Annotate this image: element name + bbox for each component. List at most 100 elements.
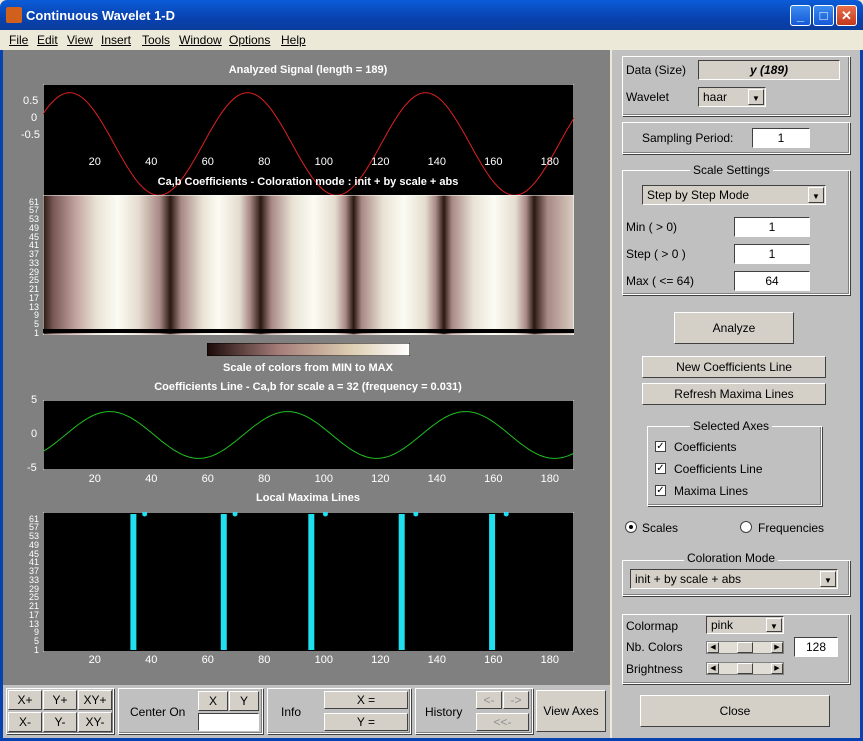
chevron-down-icon: ▼ (748, 89, 764, 105)
signal-ytick-neg0.5: -0.5 (21, 129, 40, 141)
coloration-mode-select[interactable]: init + by scale + abs ▼ (630, 569, 838, 589)
frequencies-radio-label: Frequencies (758, 521, 825, 535)
maxima-plot-title: Local Maxima Lines (256, 492, 360, 504)
center-on-input[interactable] (198, 713, 259, 731)
coefs-plot[interactable] (43, 195, 574, 335)
close-button[interactable]: Close (640, 695, 830, 727)
zoom-xy-plus-button[interactable]: XY+ (78, 690, 112, 710)
xtick-label: 140 (427, 156, 446, 168)
center-on-x-button[interactable]: X (198, 691, 228, 711)
menu-options[interactable]: Options (229, 33, 270, 47)
matlab-icon (6, 7, 22, 23)
coefs-plot-title: Ca,b Coefficients - Coloration mode : in… (157, 176, 459, 188)
arrow-left-icon[interactable]: ◀ (707, 663, 719, 674)
arrow-right-icon[interactable]: ▶ (771, 663, 783, 674)
xtick-label: 40 (145, 473, 158, 485)
arrow-left-icon[interactable]: ◀ (707, 642, 719, 653)
nb-colors-label: Nb. Colors (626, 640, 683, 654)
scales-radio[interactable] (625, 521, 637, 533)
maxima-plot[interactable] (43, 512, 574, 652)
history-reset-button[interactable]: <<- (476, 713, 529, 731)
maxima-line (489, 514, 496, 650)
scale-settings-title: Scale Settings (690, 163, 773, 177)
menu-help[interactable]: Help (281, 33, 306, 47)
center-on-label: Center On (130, 705, 186, 719)
history-back-button[interactable]: <- (476, 691, 502, 709)
brightness-slider-thumb[interactable] (737, 663, 753, 674)
nb-colors-slider-thumb[interactable] (737, 642, 753, 653)
maximize-button[interactable]: □ (813, 5, 834, 26)
maxima-line (398, 514, 405, 650)
frequencies-radio[interactable] (740, 521, 752, 533)
max-input[interactable]: 64 (734, 271, 810, 291)
coefline-plot[interactable] (43, 400, 574, 470)
xtick-label: 120 (371, 473, 390, 485)
xtick-label: 60 (201, 473, 214, 485)
xtick-label: 180 (540, 654, 559, 666)
maxima-line (308, 514, 315, 650)
menu-file[interactable]: File (9, 33, 28, 47)
refresh-maxima-lines-button[interactable]: Refresh Maxima Lines (642, 383, 826, 405)
step-input[interactable]: 1 (734, 244, 810, 264)
nb-colors-slider[interactable]: ◀ ▶ (706, 641, 784, 654)
control-panel: Data (Size) y (189) Wavelet haar ▼ Sampli… (612, 50, 860, 685)
xtick-label: 160 (484, 473, 503, 485)
xtick-label: 100 (314, 156, 333, 168)
title-bar: Continuous Wavelet 1-D _ □ ✕ (0, 0, 863, 30)
xtick-label: 40 (145, 654, 158, 666)
colorbar (207, 343, 410, 356)
analyze-button[interactable]: Analyze (674, 312, 794, 344)
plot-area: Analyzed Signal (length = 189) 0.5 0 -0.… (3, 50, 610, 685)
maxima-lines-checkbox[interactable]: ✓ (655, 485, 666, 496)
history-label: History (425, 705, 463, 719)
xtick-label: 160 (484, 156, 503, 168)
arrow-right-icon[interactable]: ▶ (771, 642, 783, 653)
new-coefficients-line-button[interactable]: New Coefficients Line (642, 356, 826, 378)
menu-edit[interactable]: Edit (37, 33, 58, 47)
data-size-label: Data (Size) (626, 63, 687, 77)
history-forward-button[interactable]: -> (503, 691, 529, 709)
coefficients-line-checkbox-label: Coefficients Line (674, 462, 763, 476)
chevron-down-icon: ▼ (808, 187, 824, 203)
signal-ytick-0: 0 (31, 112, 38, 124)
coefficients-checkbox-label: Coefficients (674, 440, 737, 454)
coefline-plot-title: Coefficients Line - Ca,b for scale a = 3… (154, 381, 462, 393)
xtick-label: 100 (314, 654, 333, 666)
wavelet-select[interactable]: haar ▼ (698, 87, 766, 107)
minimize-button[interactable]: _ (790, 5, 811, 26)
window-title: Continuous Wavelet 1-D (26, 8, 176, 23)
nb-colors-input[interactable]: 128 (794, 637, 838, 657)
xtick-label: 20 (88, 473, 101, 485)
zoom-x-plus-button[interactable]: X+ (8, 690, 42, 710)
sampling-period-input[interactable]: 1 (752, 128, 810, 148)
zoom-x-minus-button[interactable]: X- (8, 712, 42, 732)
zoom-y-plus-button[interactable]: Y+ (43, 690, 77, 710)
view-axes-button[interactable]: View Axes (536, 690, 606, 732)
colormap-select[interactable]: pink ▼ (706, 616, 784, 634)
xtick-label: 120 (371, 654, 390, 666)
menu-view[interactable]: View (67, 33, 93, 47)
maxima-lines-checkbox-label: Maxima Lines (674, 484, 749, 498)
menu-tools[interactable]: Tools (142, 33, 170, 47)
xtick-label: 140 (427, 473, 446, 485)
zoom-y-minus-button[interactable]: Y- (43, 712, 77, 732)
menu-window[interactable]: Window (179, 33, 222, 47)
xtick-label: 100 (314, 473, 333, 485)
menu-insert[interactable]: Insert (101, 33, 131, 47)
min-input[interactable]: 1 (734, 217, 810, 237)
coloration-mode-title: Coloration Mode (684, 551, 779, 565)
coefficients-line-checkbox[interactable]: ✓ (655, 463, 666, 474)
selected-axes-title: Selected Axes (690, 419, 773, 433)
xtick-label: 80 (258, 156, 271, 168)
close-window-button[interactable]: ✕ (836, 5, 857, 26)
coefficients-checkbox[interactable]: ✓ (655, 441, 666, 452)
xtick-label: 180 (540, 473, 559, 485)
zoom-xy-minus-button[interactable]: XY- (78, 712, 112, 732)
brightness-slider[interactable]: ◀ ▶ (706, 662, 784, 675)
xtick-label: 60 (201, 156, 214, 168)
center-on-y-button[interactable]: Y (229, 691, 259, 711)
xtick-label: 140 (427, 654, 446, 666)
xtick-label: 40 (145, 156, 158, 168)
scale-mode-select[interactable]: Step by Step Mode ▼ (642, 185, 826, 205)
xtick-label: 60 (201, 654, 214, 666)
